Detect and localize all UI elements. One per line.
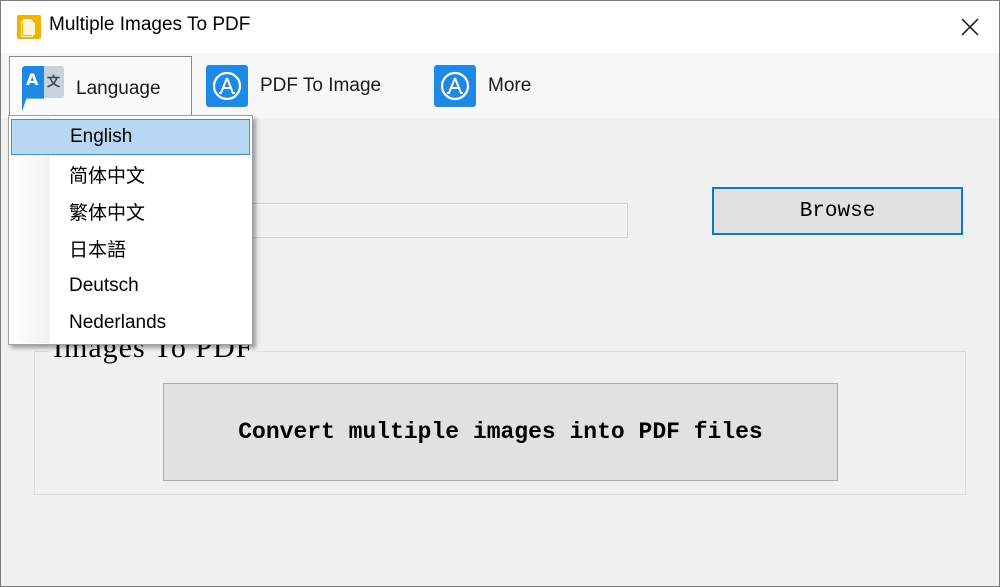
menu-item-japanese[interactable]: 日本語 (11, 230, 250, 266)
menu-item-german[interactable]: Deutsch (11, 268, 250, 304)
toolbar-language-button[interactable]: A文 Language (9, 56, 192, 120)
app-window: Multiple Images To PDF A文 Language PDF T… (0, 0, 1000, 587)
translate-icon: A文 (22, 65, 64, 112)
convert-button[interactable]: Convert multiple images into PDF files (163, 383, 838, 481)
app-store-icon (434, 64, 476, 107)
menu-item-english[interactable]: English (11, 119, 250, 155)
toolbar: A文 Language PDF To Image More (1, 53, 999, 120)
toolbar-pdf-to-image-button[interactable]: PDF To Image (206, 53, 381, 118)
toolbar-language-label: Language (76, 77, 161, 99)
toolbar-pdf-to-image-label: PDF To Image (260, 74, 382, 96)
close-button[interactable] (941, 1, 999, 53)
window-title: Multiple Images To PDF (49, 14, 251, 35)
toolbar-more-label: More (488, 74, 532, 96)
toolbar-more-button[interactable]: More (434, 53, 531, 118)
language-dropdown-menu: English 简体中文 繁体中文 日本語 Deutsch Nederlands (8, 115, 253, 345)
close-icon (961, 18, 979, 36)
app-store-icon (206, 64, 248, 107)
browse-button[interactable]: Browse (712, 187, 963, 235)
menu-item-dutch[interactable]: Nederlands (11, 305, 250, 341)
title-bar: Multiple Images To PDF (1, 1, 999, 53)
menu-item-traditional-chinese[interactable]: 繁体中文 (11, 193, 250, 229)
pdf-document-icon (17, 15, 41, 39)
menu-item-simplified-chinese[interactable]: 简体中文 (11, 156, 250, 192)
